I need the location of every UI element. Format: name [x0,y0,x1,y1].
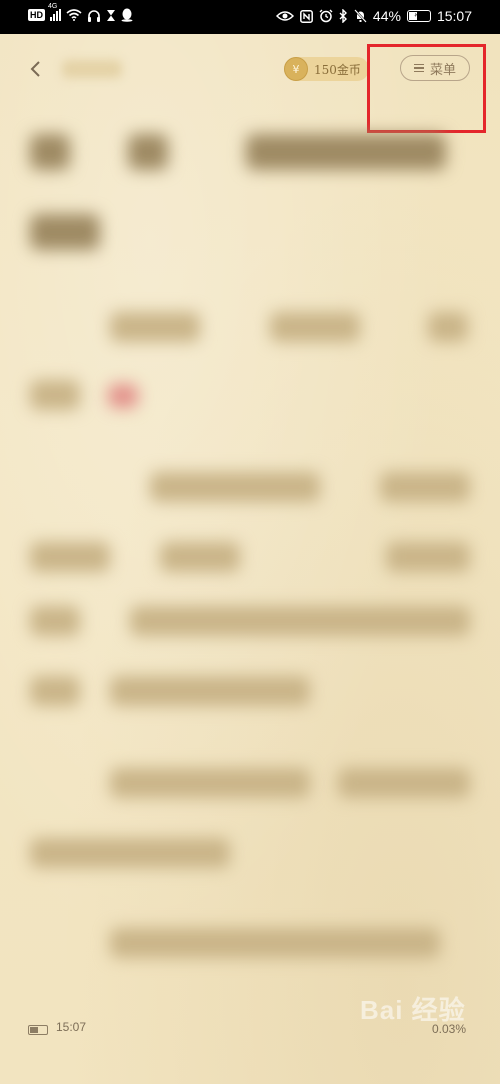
back-button[interactable] [26,56,46,82]
blurred-text-line [270,312,360,342]
chevron-left-icon [30,61,40,77]
signal-icon: 4G [48,3,61,21]
blurred-text-line [110,928,440,958]
blurred-text-line [30,838,230,868]
nfc-icon [299,9,313,23]
blurred-text-line [30,542,110,572]
blurred-text-line [30,134,70,170]
blurred-text-line [130,606,470,636]
coins-label: 150金币 [314,62,361,77]
blurred-text-line [380,472,470,502]
blurred-text-line [128,134,168,170]
highlight-annotation-box [367,44,486,133]
reader-battery-icon [28,1025,48,1035]
battery-icon: ❧ [406,10,431,22]
blurred-text-line [30,606,80,636]
blurred-text-line [110,312,200,342]
blurred-text-line [30,676,80,706]
status-bar-time: 15:07 [436,8,472,24]
mute-icon [354,9,367,23]
status-bar-left: HD 4G [28,3,133,22]
blurred-text-line [110,768,310,798]
eye-icon [275,11,294,21]
bluetooth-icon [339,9,347,23]
blurred-text-line [110,676,310,706]
book-title-blurred [62,60,122,78]
hourglass-icon [107,9,115,21]
blurred-text-mark [108,384,138,408]
coin-icon: ¥ [284,57,308,81]
reading-progress: 0.03% [432,1022,467,1036]
blurred-text-line [30,380,80,410]
blurred-text-line [338,768,470,798]
power-saving-leaf-icon: ❧ [413,10,422,20]
reader-time: 15:07 [56,1020,87,1034]
network-type-label: 4G [48,3,58,10]
headphones-icon [88,9,100,22]
coins-balance[interactable]: ¥ 150金币 [284,57,369,81]
status-bar: HD 4G 44% ❧ 15:07 [0,0,500,34]
reader-page[interactable]: ¥ 150金币 菜单 [0,34,500,1084]
wifi-icon [66,9,82,21]
blurred-text-line [386,542,470,572]
blurred-text-line [246,134,446,170]
qq-icon [121,8,133,22]
blurred-text-line [30,214,100,250]
alarm-icon [319,9,333,23]
blurred-text-line [428,312,468,342]
hd-icon: HD [28,9,45,21]
status-bar-right: 44% ❧ 15:07 [275,8,472,24]
blurred-text-line [150,472,320,502]
blurred-text-line [160,542,240,572]
battery-percentage: 44% [372,8,401,24]
